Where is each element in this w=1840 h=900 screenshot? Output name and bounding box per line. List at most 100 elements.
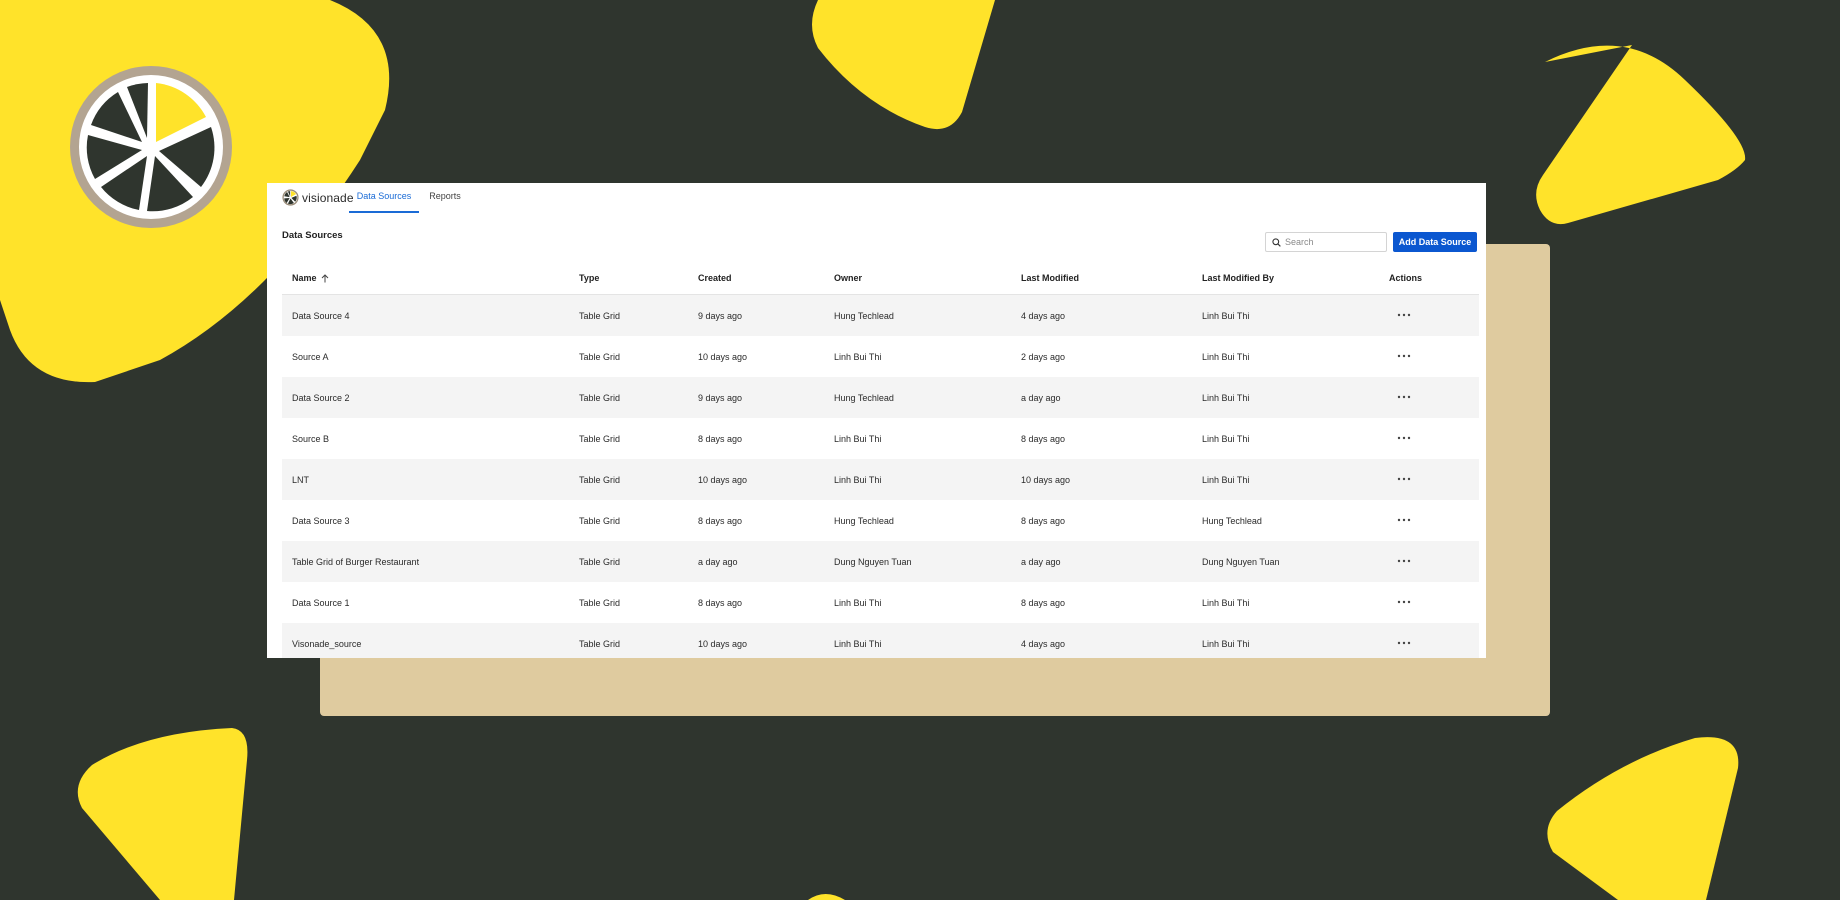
cell-last-modified: 4 days ago	[1021, 638, 1066, 649]
more-horizontal-icon[interactable]	[1391, 474, 1419, 484]
table-row[interactable]: Data Source 4 Table Grid 9 days ago Hung…	[282, 295, 1479, 336]
column-header-type[interactable]: Type	[569, 273, 688, 283]
cell-name: Data Source 4	[292, 310, 350, 321]
more-horizontal-icon[interactable]	[1391, 351, 1419, 361]
cell-last-modified: 8 days ago	[1021, 597, 1066, 608]
cell-actions	[1379, 556, 1479, 568]
more-horizontal-icon[interactable]	[1391, 392, 1419, 402]
cell-last-modified: 2 days ago	[1021, 351, 1066, 362]
cell-last-modified: 10 days ago	[1021, 474, 1071, 485]
search-input[interactable]	[1285, 237, 1375, 247]
cell-type: Table Grid	[579, 351, 621, 362]
cell-actions	[1379, 515, 1479, 527]
brand-name: visionade	[302, 190, 354, 205]
cell-actions	[1379, 433, 1479, 445]
cell-owner: Hung Techlead	[834, 515, 894, 526]
cell-owner: Linh Bui Thi	[834, 638, 882, 649]
cell-owner: Linh Bui Thi	[834, 474, 882, 485]
top-navigation: visionade Data Sources Reports	[267, 183, 1486, 213]
more-horizontal-icon[interactable]	[1391, 597, 1419, 607]
cell-created: 9 days ago	[698, 392, 743, 403]
cell-type: Table Grid	[579, 310, 621, 321]
page-title: Data Sources	[282, 230, 343, 241]
cell-last-modified: a day ago	[1021, 556, 1061, 567]
search-box[interactable]	[1265, 232, 1387, 252]
tab-data-sources[interactable]: Data Sources	[349, 183, 419, 213]
table-row[interactable]: Data Source 2 Table Grid 9 days ago Hung…	[282, 377, 1479, 418]
yellow-shape-top-center	[812, 0, 995, 130]
cell-name: LNT	[292, 474, 310, 485]
table-row[interactable]: Visonade_source Table Grid 10 days ago L…	[282, 623, 1479, 658]
cell-name: Data Source 3	[292, 515, 350, 526]
column-header-name[interactable]: Name	[282, 273, 569, 283]
cell-type: Table Grid	[579, 433, 621, 444]
table-row[interactable]: Source A Table Grid 10 days ago Linh Bui…	[282, 336, 1479, 377]
cell-last-modified-by: Linh Bui Thi	[1202, 474, 1250, 485]
column-header-last-modified[interactable]: Last Modified	[1011, 273, 1192, 283]
cell-owner: Linh Bui Thi	[834, 351, 882, 362]
cell-last-modified: 4 days ago	[1021, 310, 1066, 321]
cell-last-modified-by: Linh Bui Thi	[1202, 310, 1250, 321]
cell-owner: Hung Techlead	[834, 310, 894, 321]
column-header-created[interactable]: Created	[688, 273, 824, 283]
cell-name: Table Grid of Burger Restaurant	[292, 556, 420, 567]
cell-actions	[1379, 351, 1479, 363]
cell-actions	[1379, 474, 1479, 486]
cell-created: 10 days ago	[698, 474, 748, 485]
tab-reports[interactable]: Reports	[425, 183, 465, 211]
cell-owner: Linh Bui Thi	[834, 597, 882, 608]
cell-actions	[1379, 597, 1479, 609]
add-data-source-button[interactable]: Add Data Source	[1393, 232, 1477, 252]
table-row[interactable]: Source B Table Grid 8 days ago Linh Bui …	[282, 418, 1479, 459]
table-row[interactable]: Data Source 3 Table Grid 8 days ago Hung…	[282, 500, 1479, 541]
cell-name: Visonade_source	[292, 638, 362, 649]
cell-last-modified-by: Linh Bui Thi	[1202, 638, 1250, 649]
cell-owner: Dung Nguyen Tuan	[834, 556, 912, 567]
column-header-owner[interactable]: Owner	[824, 273, 1011, 283]
cell-last-modified-by: Hung Techlead	[1202, 515, 1262, 526]
cell-type: Table Grid	[579, 597, 621, 608]
cell-last-modified: 8 days ago	[1021, 515, 1066, 526]
cell-actions	[1379, 310, 1479, 322]
cell-created: 8 days ago	[698, 597, 743, 608]
app-window: visionade Data Sources Reports Data Sour…	[267, 183, 1486, 658]
more-horizontal-icon[interactable]	[1391, 310, 1419, 320]
lemon-slice-icon	[70, 66, 232, 228]
more-horizontal-icon[interactable]	[1391, 556, 1419, 566]
cell-last-modified: 8 days ago	[1021, 433, 1066, 444]
table-row[interactable]: LNT Table Grid 10 days ago Linh Bui Thi …	[282, 459, 1479, 500]
cell-last-modified-by: Linh Bui Thi	[1202, 392, 1250, 403]
column-header-actions: Actions	[1389, 273, 1423, 283]
column-header-last-modified-by[interactable]: Last Modified By	[1192, 273, 1379, 283]
cell-last-modified: a day ago	[1021, 392, 1061, 403]
cell-type: Table Grid	[579, 556, 621, 567]
cell-type: Table Grid	[579, 474, 621, 485]
cell-actions	[1379, 392, 1479, 404]
yellow-shape-top-right	[1536, 45, 1746, 225]
cell-owner: Hung Techlead	[834, 392, 894, 403]
yellow-shape-bottom-left	[77, 728, 248, 900]
lemon-slice-icon	[282, 189, 299, 206]
data-sources-table: Name Type Created Owner Last Modified La…	[282, 262, 1479, 658]
more-horizontal-icon[interactable]	[1391, 433, 1419, 443]
cell-last-modified-by: Linh Bui Thi	[1202, 351, 1250, 362]
table-row[interactable]: Table Grid of Burger Restaurant Table Gr…	[282, 541, 1479, 582]
yellow-shape-bottom-right	[1547, 737, 1739, 900]
cell-created: 8 days ago	[698, 433, 743, 444]
cell-created: 10 days ago	[698, 638, 748, 649]
cell-type: Table Grid	[579, 392, 621, 403]
cell-last-modified-by: Linh Bui Thi	[1202, 433, 1250, 444]
search-icon	[1272, 237, 1281, 247]
brand[interactable]: visionade	[282, 189, 354, 206]
arrow-up-icon[interactable]	[321, 274, 329, 283]
table-row[interactable]: Data Source 1 Table Grid 8 days ago Linh…	[282, 582, 1479, 623]
cell-name: Data Source 2	[292, 392, 350, 403]
cell-actions	[1379, 638, 1479, 650]
cell-type: Table Grid	[579, 638, 621, 649]
cell-created: 10 days ago	[698, 351, 748, 362]
more-horizontal-icon[interactable]	[1391, 638, 1419, 648]
cell-name: Source A	[292, 351, 329, 362]
more-horizontal-icon[interactable]	[1391, 515, 1419, 525]
cell-name: Data Source 1	[292, 597, 350, 608]
cell-owner: Linh Bui Thi	[834, 433, 882, 444]
